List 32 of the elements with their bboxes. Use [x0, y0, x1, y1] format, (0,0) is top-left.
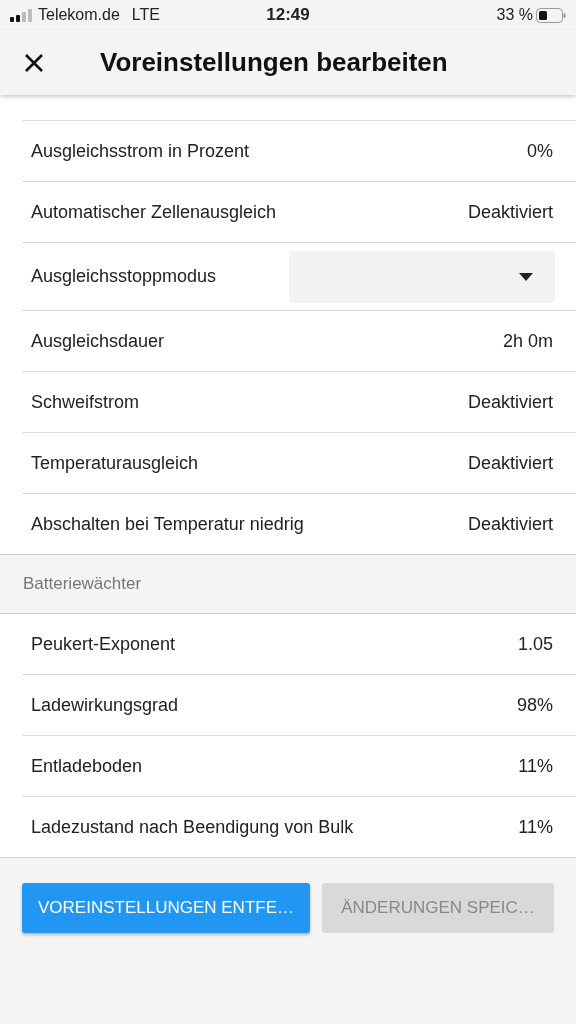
setting-label: Ausgleichsstrom in Prozent [31, 140, 250, 162]
setting-label: Peukert-Exponent [31, 633, 176, 655]
setting-label: Ausgleichsstoppmodus [31, 266, 217, 287]
setting-value[interactable]: Deaktiviert [467, 391, 553, 413]
carrier-name: Telekom.de [38, 6, 120, 24]
setting-value[interactable]: Deaktiviert [467, 452, 553, 474]
dropdown-field[interactable] [289, 250, 555, 303]
network-type: LTE [131, 6, 160, 24]
setting-label: Schweifstrom [31, 391, 140, 413]
section-title: Batteriewächter [23, 574, 142, 594]
screen-title: Voreinstellungen bearbeiten [100, 47, 448, 78]
setting-label: Ladezustand nach Beendigung von Bulk [31, 816, 354, 838]
dropdown-caret-icon [519, 272, 533, 281]
setting-label: Abschalten bei Temperatur niedrig [31, 513, 304, 535]
setting-value[interactable]: 1.05 [517, 633, 553, 655]
setting-value[interactable]: Deaktiviert [467, 201, 553, 223]
setting-label: Entladeboden [31, 755, 143, 777]
setting-label: Ladewirkungsgrad [31, 694, 179, 716]
setting-value[interactable]: 2h 0m [502, 330, 553, 352]
setting-value[interactable]: Deaktiviert [467, 513, 553, 535]
clock-time: 12:49 [265, 5, 311, 25]
setting-value[interactable]: 11% [518, 816, 553, 838]
close-icon [24, 52, 44, 73]
battery-percent: 33 % [496, 6, 533, 24]
setting-value[interactable]: 98% [516, 694, 553, 716]
battery-icon [536, 7, 566, 23]
setting-value[interactable]: 11% [518, 755, 553, 777]
setting-label: Ausgleichsdauer [31, 330, 165, 352]
setting-value[interactable]: 0% [527, 140, 553, 162]
setting-label: Temperaturausgleich [31, 452, 199, 474]
setting-label: Automatischer Zellenausgleich [31, 201, 277, 223]
signal-icon [10, 8, 32, 22]
